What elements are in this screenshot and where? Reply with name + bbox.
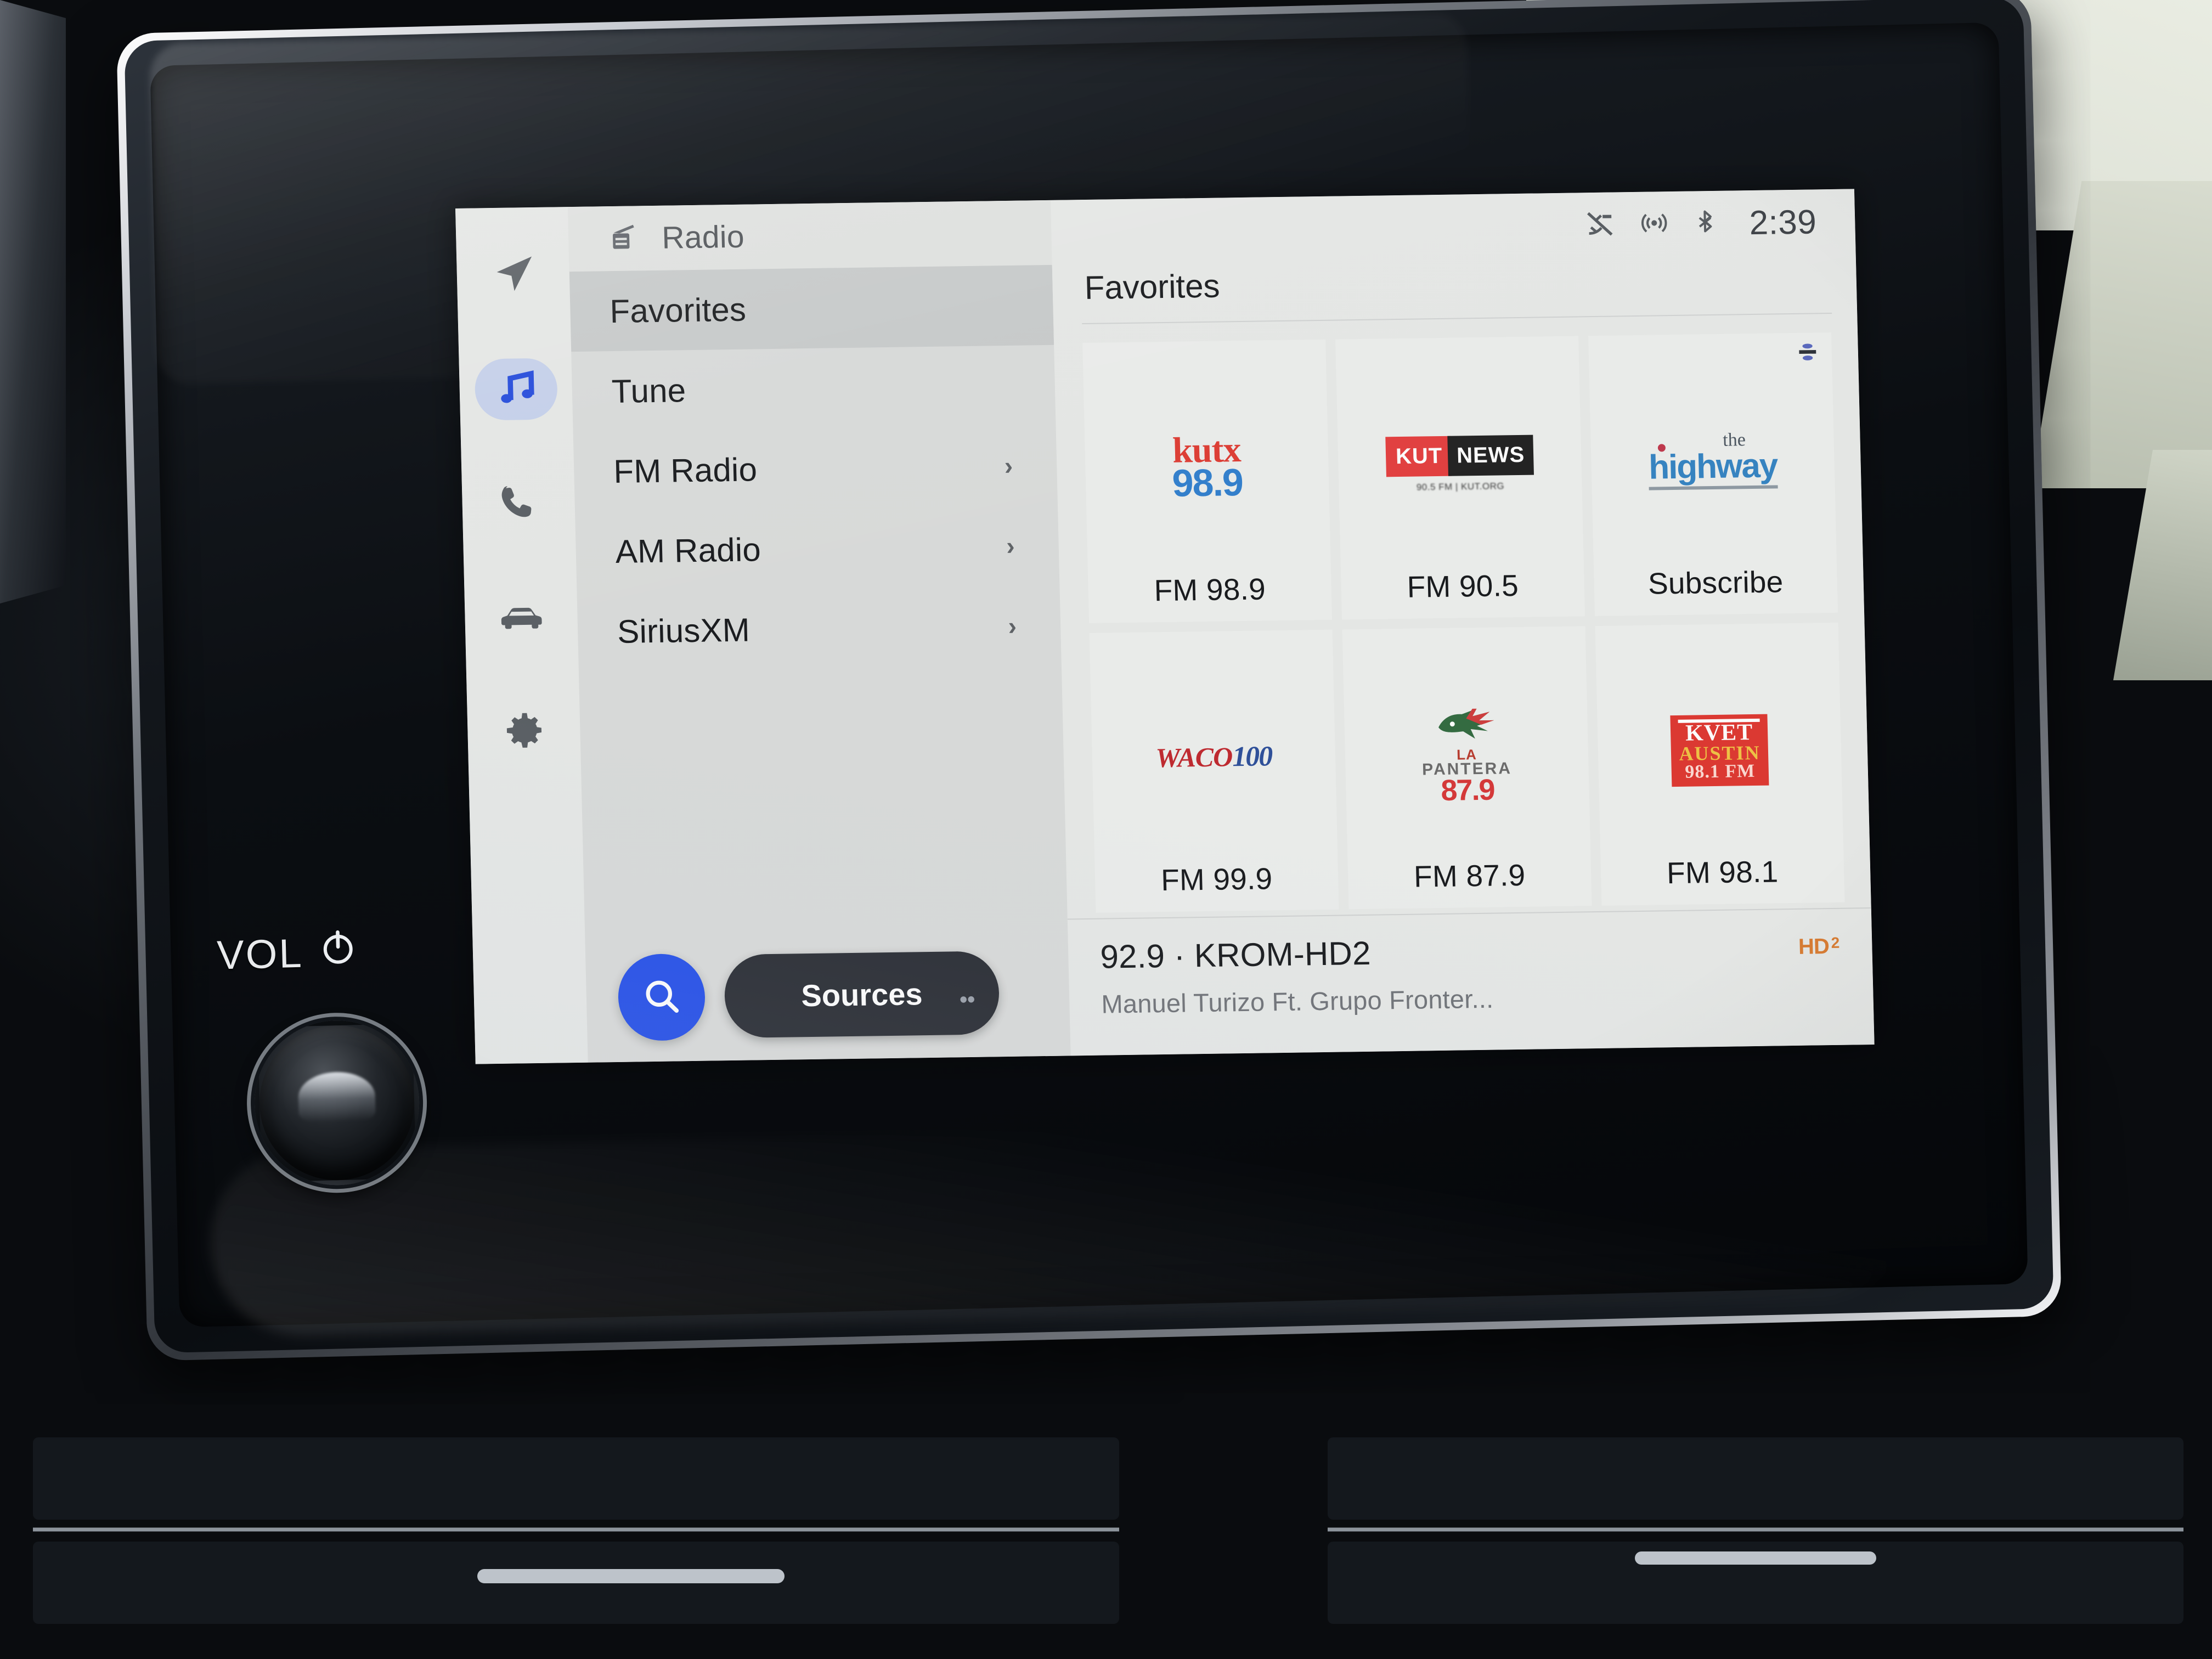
hd-radio-badge: HD 2 (1798, 934, 1839, 960)
favorites-grid[interactable]: kutx 98.9 FM 98.9 KUT NEWS 90.5 FM | KUT… (1053, 313, 1871, 918)
news-logo-mark: NEWS (1447, 435, 1534, 476)
volume-knob[interactable] (252, 1018, 421, 1187)
status-bar-clock: 2:39 (1748, 202, 1818, 242)
chevron-right-icon: › (1008, 611, 1017, 640)
menu-item-siriusxm[interactable]: SiriusXM › (577, 585, 1062, 672)
menu-item-label: AM Radio (615, 531, 761, 570)
rail-item-settings[interactable] (482, 690, 566, 773)
kvet-logo-frequency: 98.1 FM (1684, 760, 1756, 782)
favorite-tile-kut-news[interactable]: KUT NEWS 90.5 FM | KUT.ORG FM 90.5 (1335, 336, 1585, 619)
list-panel-title: Radio (661, 219, 745, 256)
favorite-tile-kutx[interactable]: kutx 98.9 FM 98.9 (1082, 339, 1333, 623)
search-icon (640, 974, 684, 1020)
pantera-logo-mascot (1420, 703, 1511, 749)
favorite-tile-kvet[interactable]: KVET AUSTIN 98.1 FM FM 98.1 (1595, 622, 1845, 906)
list-action-bar[interactable]: Sources •• (617, 949, 1000, 1041)
power-icon (317, 926, 359, 978)
menu-item-am-radio[interactable]: AM Radio › (575, 505, 1059, 592)
now-playing-artist: Manuel Turizo Ft. Grupo Fronter... (1101, 984, 1494, 1019)
hazard-light-button[interactable] (1199, 1447, 1300, 1631)
car-icon (495, 590, 547, 644)
hd-badge-channel: 2 (1831, 934, 1839, 952)
menu-item-label: FM Radio (613, 450, 758, 490)
station-logo: WACO 100 (1094, 651, 1333, 863)
favorites-panel[interactable]: 2:39 Favorites kutx 98.9 FM 98.9 KUT NEW… (1050, 189, 1875, 1056)
station-logo: KVET AUSTIN 98.1 FM (1600, 644, 1839, 856)
station-logo: KUT NEWS 90.5 FM | KUT.ORG (1340, 358, 1579, 570)
broadcast-icon (1638, 207, 1671, 242)
sources-button[interactable]: Sources •• (724, 951, 1000, 1039)
la-pantera-logo: LA PANTERA 87.9 (1420, 703, 1513, 807)
hazard-triangle-icon (1223, 1511, 1275, 1566)
kut-logo-mark: KUT (1385, 436, 1452, 477)
chevron-right-icon: › (1006, 531, 1015, 561)
rail-item-navigation[interactable] (471, 234, 556, 317)
radio-menu[interactable]: Favorites Tune FM Radio › AM Radio › Sir… (569, 264, 1071, 1063)
menu-item-label: SiriusXM (617, 611, 751, 650)
favorite-tile-la-pantera[interactable]: LA PANTERA 87.9 FM 87.9 (1342, 625, 1592, 910)
music-note-icon (491, 363, 540, 415)
menu-item-favorites[interactable]: Favorites (569, 264, 1054, 352)
volume-control-group[interactable]: VOL (216, 925, 421, 1188)
station-logo: kutx 98.9 (1087, 362, 1327, 573)
favorites-panel-title: Favorites (1084, 267, 1221, 306)
waco-100-logo: WACO 100 (1155, 741, 1272, 775)
waco-logo-number: 100 (1232, 741, 1272, 773)
overflow-icon: •• (959, 987, 975, 1012)
status-bar: 2:39 (1051, 189, 1856, 264)
kvet-logo-city: AUSTIN (1679, 742, 1761, 765)
highway-logo-the: the (1722, 430, 1746, 451)
station-logo: LA PANTERA 87.9 (1347, 648, 1586, 860)
radio-list-panel[interactable]: Radio Favorites Tune FM Radio › AM Radio… (567, 200, 1071, 1063)
siriusxm-badge-icon (1795, 340, 1820, 366)
favorite-tile-label: FM 87.9 (1413, 857, 1526, 894)
dashboard-left-pillar (0, 0, 66, 603)
radio-icon (608, 220, 643, 257)
kvet-logo-callsign: KVET (1678, 718, 1760, 746)
favorite-tile-the-highway[interactable]: the highway Subscribe (1588, 332, 1838, 616)
search-button[interactable] (617, 953, 706, 1041)
volume-label-group: VOL (216, 925, 416, 981)
hd-badge-text: HD (1798, 934, 1830, 959)
now-playing-station: 92.9 · KROM-HD2 (1099, 934, 1372, 975)
highway-logo-wordmark: highway (1648, 447, 1778, 490)
kutx-logo: kutx 98.9 (1171, 430, 1243, 505)
kutx-logo-frequency: 98.9 (1171, 461, 1243, 505)
navigation-arrow-icon (489, 250, 537, 300)
favorite-tile-label: FM 99.9 (1160, 861, 1273, 898)
favorite-tile-label: FM 90.5 (1406, 568, 1519, 604)
bluetooth-icon (1692, 206, 1720, 241)
station-logo: the highway (1593, 354, 1832, 566)
waco-logo-wordmark: WACO (1155, 741, 1233, 774)
favorite-tile-waco-100[interactable]: WACO 100 FM 99.9 (1089, 629, 1339, 913)
kvet-austin-logo: KVET AUSTIN 98.1 FM (1670, 714, 1769, 787)
menu-item-label: Favorites (609, 291, 747, 330)
menu-item-tune[interactable]: Tune (571, 345, 1056, 432)
menu-item-fm-radio[interactable]: FM Radio › (573, 425, 1058, 512)
kut-news-logo: KUT NEWS 90.5 FM | KUT.ORG (1385, 435, 1534, 493)
rail-item-phone[interactable] (476, 461, 561, 545)
the-highway-logo: the highway (1648, 430, 1778, 490)
list-panel-header: Radio (567, 200, 1052, 272)
gear-icon (500, 707, 548, 756)
pantera-logo-frequency: 87.9 (1440, 773, 1495, 807)
favorite-tile-label: Subscribe (1647, 564, 1784, 601)
chevron-right-icon: › (1004, 451, 1013, 481)
now-playing-text: 92.9 · KROM-HD2 Manuel Turizo Ft. Grupo … (1100, 933, 1494, 1019)
infotainment-screen[interactable]: Radio Favorites Tune FM Radio › AM Radio… (455, 189, 1875, 1064)
phone-icon (495, 478, 542, 528)
rail-item-vehicle[interactable] (479, 575, 563, 659)
sources-button-label: Sources (800, 976, 923, 1013)
kut-logo-subtitle: 90.5 FM | KUT.ORG (1416, 481, 1505, 493)
now-playing-bar[interactable]: 92.9 · KROM-HD2 Manuel Turizo Ft. Grupo … (1067, 907, 1875, 1056)
satellite-off-icon (1583, 207, 1617, 243)
favorite-tile-label: FM 98.9 (1153, 571, 1266, 607)
volume-label-text: VOL (216, 930, 304, 978)
app-rail[interactable] (455, 207, 588, 1064)
favorite-tile-label: FM 98.1 (1666, 854, 1779, 890)
menu-item-label: Tune (611, 371, 687, 410)
rail-item-media[interactable] (474, 347, 558, 431)
